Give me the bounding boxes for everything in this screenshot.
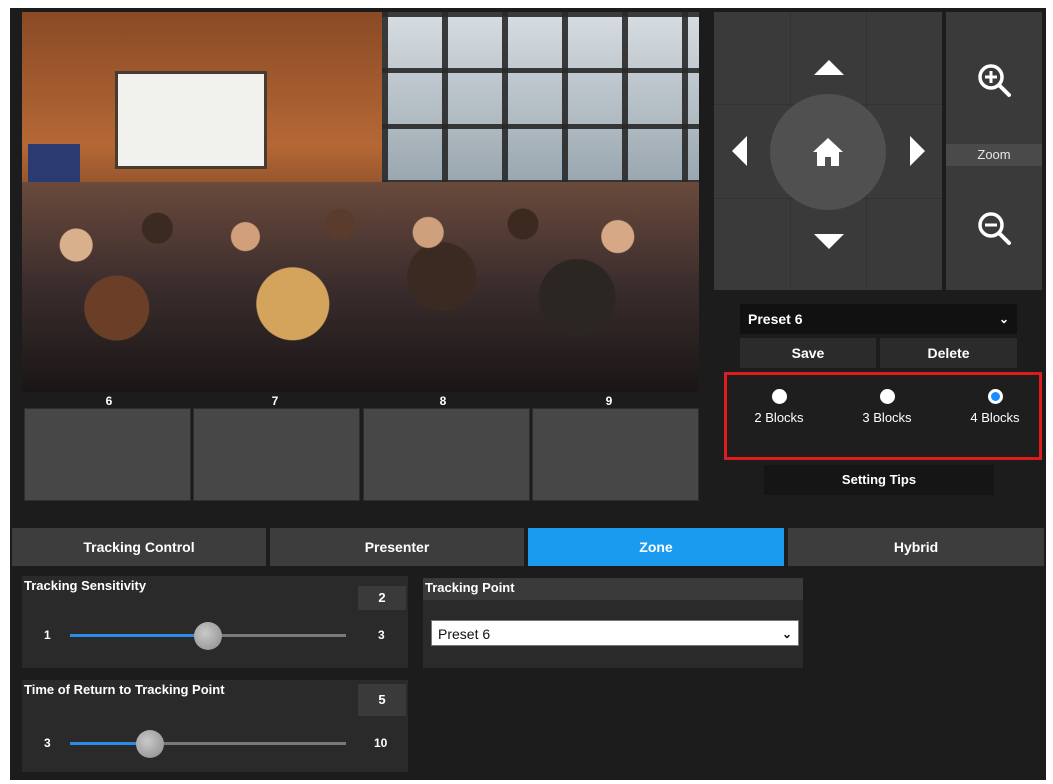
chevron-down-icon: ⌄ (998, 312, 1009, 326)
slider-handle[interactable] (194, 622, 222, 650)
block-thumbnail-9[interactable] (532, 408, 699, 501)
tab-hybrid[interactable]: Hybrid (788, 528, 1044, 566)
save-button[interactable]: Save (740, 338, 876, 368)
radio-dot[interactable] (879, 389, 895, 404)
tracking-sensitivity-title: Tracking Sensitivity (24, 578, 147, 593)
zoom-in-icon[interactable] (974, 60, 1014, 100)
block-label-8: 8 (439, 394, 447, 408)
preset-select-value: Preset 6 (748, 311, 803, 327)
down-arrow-icon[interactable] (814, 234, 844, 249)
tracking-sensitivity-max: 3 (378, 628, 385, 642)
radio-label: 2 Blocks (754, 410, 804, 425)
tracking-sensitivity-value: 2 (358, 586, 406, 610)
block-thumbnail-7[interactable] (193, 408, 360, 501)
radio-2-blocks[interactable]: 2 Blocks (739, 389, 819, 425)
block-label-7: 7 (271, 394, 279, 408)
tab-tracking-control[interactable]: Tracking Control (12, 528, 266, 566)
preset-select[interactable]: Preset 6 ⌄ (740, 304, 1017, 334)
delete-button[interactable]: Delete (880, 338, 1017, 368)
zoom-control: Zoom (946, 12, 1042, 290)
up-arrow-icon[interactable] (814, 60, 844, 75)
return-time-min: 3 (44, 736, 51, 750)
ptz-control-pad (714, 12, 942, 290)
slider-fill (70, 634, 208, 637)
zoom-out-icon[interactable] (974, 208, 1014, 248)
block-label-9: 9 (605, 394, 613, 408)
video-scene-projector-screen (118, 74, 264, 166)
setting-tips-button[interactable]: Setting Tips (764, 465, 994, 495)
tracking-point-select[interactable]: Preset 6 ⌄ (431, 620, 799, 646)
return-time-max: 10 (374, 736, 388, 750)
zoom-label: Zoom (946, 144, 1042, 166)
radio-3-blocks[interactable]: 3 Blocks (847, 389, 927, 425)
return-time-value: 5 (358, 684, 406, 716)
block-label-6: 6 (105, 394, 113, 408)
video-scene-window (382, 12, 699, 182)
block-count-radio-group: 2 Blocks 3 Blocks 4 Blocks (724, 372, 1042, 460)
tracking-sensitivity-panel: Tracking Sensitivity 2 1 3 (22, 576, 408, 668)
chevron-down-icon: ⌄ (781, 627, 792, 641)
tracking-point-select-value: Preset 6 (438, 626, 491, 642)
return-time-slider[interactable] (70, 730, 346, 758)
tab-presenter[interactable]: Presenter (270, 528, 524, 566)
radio-label: 4 Blocks (970, 410, 1020, 425)
radio-4-blocks[interactable]: 4 Blocks (955, 389, 1035, 425)
radio-dot-selected[interactable] (987, 389, 1003, 404)
return-time-panel: Time of Return to Tracking Point 5 3 10 (22, 680, 408, 772)
radio-dot[interactable] (771, 389, 787, 404)
tracking-point-panel: Tracking Point Preset 6 ⌄ (423, 578, 803, 668)
tracking-sensitivity-slider[interactable] (70, 622, 346, 650)
home-icon[interactable] (810, 134, 846, 170)
radio-label: 3 Blocks (862, 410, 912, 425)
tracking-point-title: Tracking Point (425, 580, 515, 595)
tab-zone[interactable]: Zone (528, 528, 784, 566)
right-arrow-icon[interactable] (910, 136, 925, 166)
tracking-sensitivity-min: 1 (44, 628, 51, 642)
camera-control-panel: 6 7 8 9 Zoom Preset 6 ⌄ Save Delete 2 Bl… (10, 8, 1046, 780)
block-thumbnail-8[interactable] (363, 408, 530, 501)
left-arrow-icon[interactable] (732, 136, 747, 166)
slider-handle[interactable] (136, 730, 165, 758)
video-scene-audience (22, 182, 699, 392)
return-time-title: Time of Return to Tracking Point (24, 682, 225, 697)
live-video-preview (22, 12, 699, 392)
block-thumbnail-6[interactable] (24, 408, 191, 501)
